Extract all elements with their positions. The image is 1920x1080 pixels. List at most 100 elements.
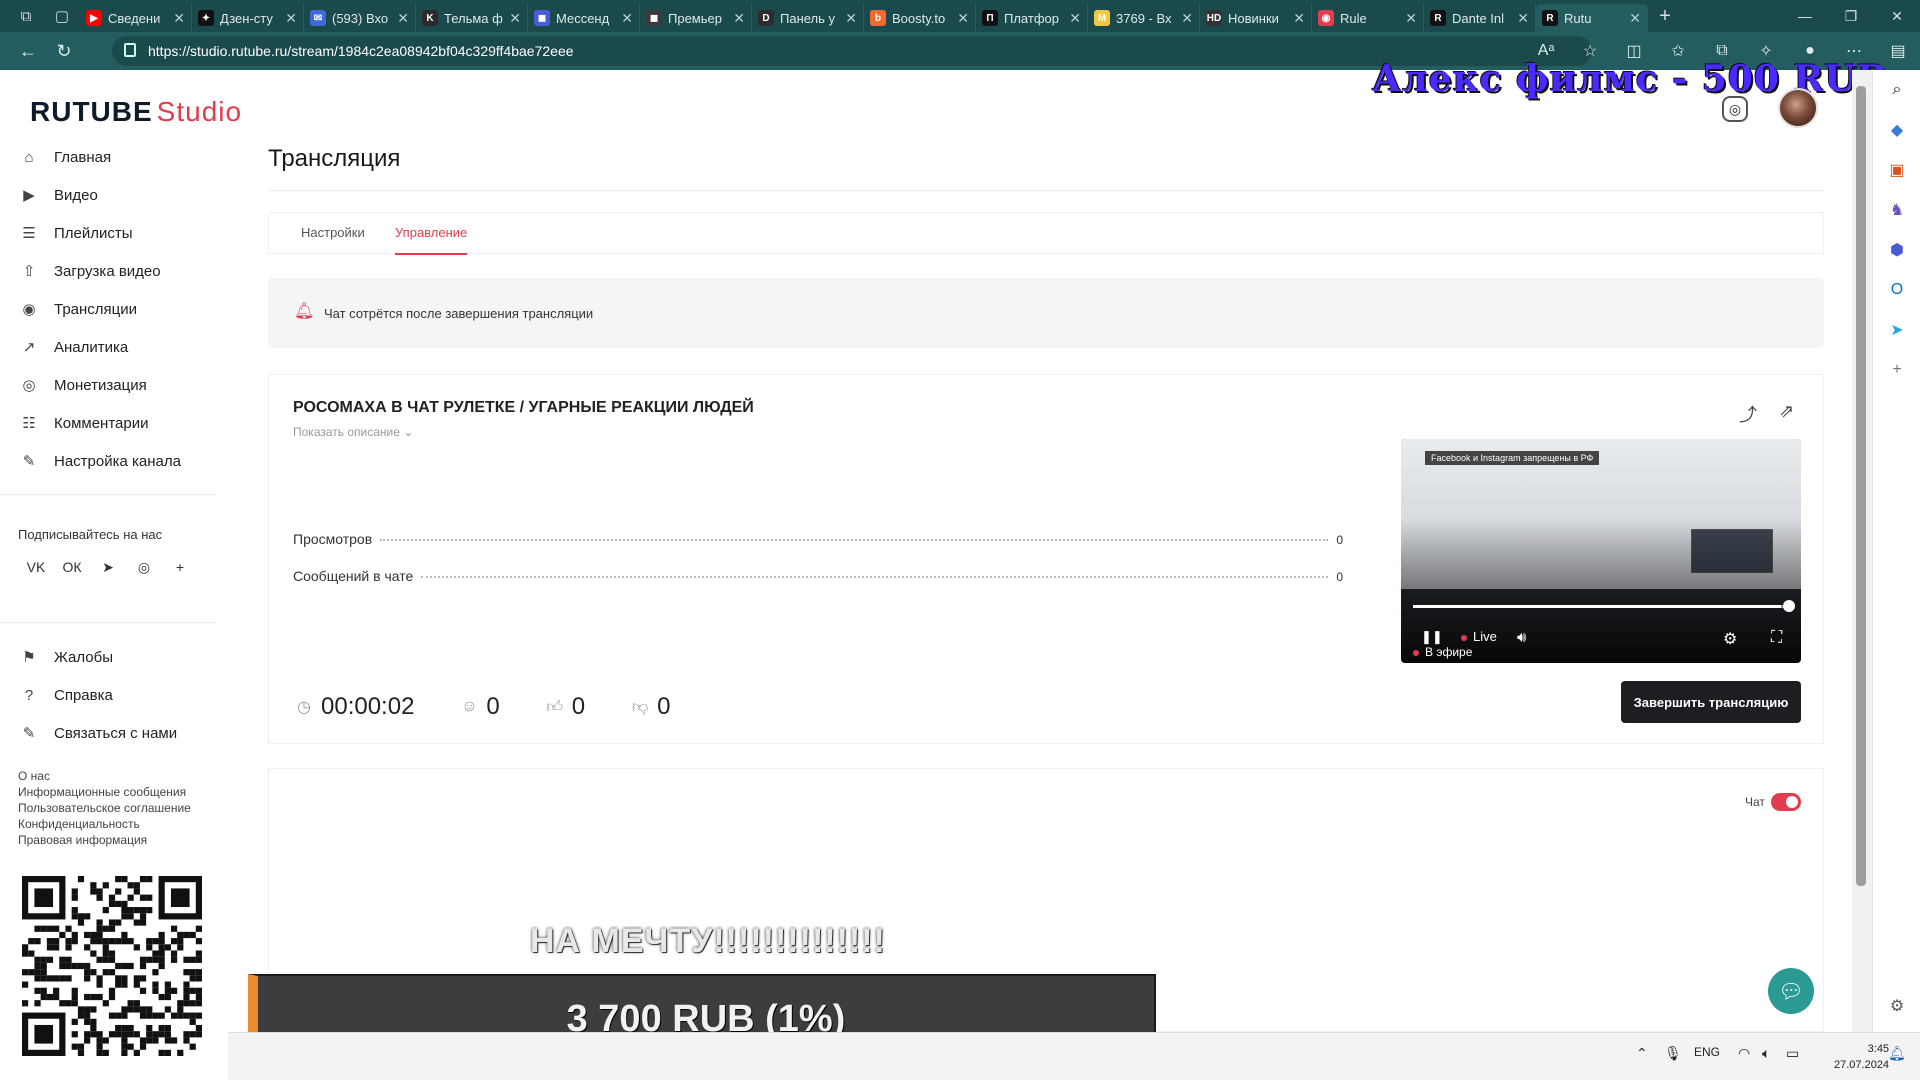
rutube-studio-logo[interactable]: RUTUBE Studio (30, 96, 242, 128)
url-field[interactable]: https://studio.rutube.ru/stream/1984c2ea… (112, 36, 1592, 66)
footer-link[interactable]: О нас (18, 768, 191, 784)
outlook-icon[interactable]: O (1873, 270, 1920, 310)
tab-actions-icon[interactable]: ▢ (44, 0, 80, 32)
close-window-icon[interactable]: ✕ (1874, 0, 1920, 32)
viber-icon[interactable]: ◎ (126, 556, 162, 578)
new-tab-button[interactable]: + (1648, 5, 1682, 28)
browser-tab[interactable]: HD Новинки ✕ (1200, 4, 1312, 32)
pause-icon[interactable]: ❚❚ (1421, 629, 1443, 645)
tab-close-icon[interactable]: ✕ (957, 10, 969, 27)
microphone-icon[interactable]: 🎙︎ (1664, 1045, 1682, 1062)
sidebar-item-playlist[interactable]: ☰ Плейлисты (18, 214, 218, 252)
tab-close-icon[interactable]: ✕ (1517, 10, 1529, 27)
stream-preview-player[interactable]: Facebook и Instagram запрещены в РФ ❚❚ L… (1401, 439, 1801, 663)
open-external-icon[interactable]: ⇗ (1779, 401, 1794, 422)
sidebar-item-video[interactable]: ▶ Видео (18, 176, 218, 214)
browser-tab[interactable]: b Boosty.to ✕ (864, 4, 976, 32)
user-avatar[interactable] (1778, 88, 1818, 128)
sidebar-item-broadcast[interactable]: ◉ Трансляции (18, 290, 218, 328)
tab-close-icon[interactable]: ✕ (509, 10, 521, 27)
telegram-icon[interactable]: ➤ (1873, 310, 1920, 350)
scrollbar-thumb[interactable] (1856, 86, 1866, 886)
browser-tab[interactable]: ◼ Премьер ✕ (640, 4, 752, 32)
sidebar-item-wand[interactable]: ✎ Настройка канала (18, 442, 218, 480)
support-chat-button[interactable]: 💬︎ (1768, 968, 1814, 1014)
chess-icon[interactable]: ♞ (1873, 190, 1920, 230)
fullscreen-icon[interactable]: ⛶ (1771, 629, 1782, 647)
footer-link[interactable]: Конфиденциальность (18, 816, 191, 832)
tab-close-icon[interactable]: ✕ (733, 10, 745, 27)
tab-close-icon[interactable]: ✕ (621, 10, 633, 27)
back-icon[interactable]: ← (10, 32, 46, 70)
browser-tab[interactable]: D Панель у ✕ (752, 4, 864, 32)
browser-tab[interactable]: ✉ (593) Вхо ✕ (304, 4, 416, 32)
sidebar-item-help[interactable]: ? Справка (18, 676, 218, 714)
tab-close-icon[interactable]: ✕ (1405, 10, 1417, 27)
browser-tab[interactable]: ✦ Дзен-сту ✕ (192, 4, 304, 32)
tab-close-icon[interactable]: ✕ (173, 10, 185, 27)
show-description-link[interactable]: Показать описание ⌄ (293, 425, 413, 439)
battery-icon[interactable]: ▭ (1786, 1045, 1799, 1062)
page-scrollbar[interactable] (1852, 70, 1872, 1032)
restore-icon[interactable]: ❐ (1828, 0, 1874, 32)
tray-expand-icon[interactable]: ⌃ (1636, 1045, 1648, 1062)
tag-icon[interactable]: ◆ (1873, 110, 1920, 150)
tab-close-icon[interactable]: ✕ (1181, 10, 1193, 27)
ok-icon[interactable]: ОК (54, 556, 90, 578)
footer-link[interactable]: Правовая информация (18, 832, 191, 848)
minimize-icon[interactable]: — (1782, 0, 1828, 32)
sidebar-item-flag[interactable]: ⚑ Жалобы (18, 638, 218, 676)
sidebar-item-contact[interactable]: ✎ Связаться с нами (18, 714, 218, 752)
chat-toggle[interactable] (1771, 793, 1801, 811)
browser-tab[interactable]: ◼ Мессенд ✕ (528, 4, 640, 32)
player-settings-icon[interactable]: ⚙ (1723, 629, 1737, 649)
wifi-icon[interactable]: ◠ (1738, 1045, 1750, 1062)
sidebar-item-monetization[interactable]: ◎ Монетизация (18, 366, 218, 404)
browser-tab[interactable]: K Тельма ф ✕ (416, 4, 528, 32)
volume-icon[interactable]: 🔊︎ (1517, 629, 1526, 646)
tab-close-icon[interactable]: ✕ (1069, 10, 1081, 27)
tab-close-icon[interactable]: ✕ (1629, 10, 1641, 27)
notification-bell-icon[interactable]: 🔔︎ (1888, 1045, 1906, 1062)
live-indicator[interactable]: Live (1461, 629, 1497, 644)
browser-tab[interactable]: R Dante Inl ✕ (1424, 4, 1536, 32)
tab-close-icon[interactable]: ✕ (1293, 10, 1305, 27)
browser-tab[interactable]: ◉ Rule ✕ (1312, 4, 1424, 32)
add-icon[interactable]: + (1873, 350, 1920, 390)
workspaces-icon[interactable]: ⧉ (8, 0, 44, 32)
sidebar-item-comments[interactable]: ☷ Комментарии (18, 404, 218, 442)
monetization-icon: ◎ (22, 377, 36, 394)
sidebar-item-upload[interactable]: ⇧ Загрузка видео (18, 252, 218, 290)
share-icon[interactable]: ⤴ (1739, 401, 1757, 427)
reload-icon[interactable]: ↻ (46, 32, 82, 70)
sidebar-item-analytics[interactable]: ↗ Аналитика (18, 328, 218, 366)
browser-tab[interactable]: П Платфор ✕ (976, 4, 1088, 32)
browser-tab[interactable]: M 3769 - Вх ✕ (1088, 4, 1200, 32)
system-clock[interactable]: 3:45 27.07.2024 (1834, 1041, 1889, 1073)
tab-close-icon[interactable]: ✕ (845, 10, 857, 27)
briefcase-icon[interactable]: ▣ (1873, 150, 1920, 190)
more-socials-icon[interactable]: + (162, 556, 198, 578)
vk-icon[interactable]: VK (18, 556, 54, 578)
tab-control[interactable]: Управление (395, 225, 468, 255)
telegram-icon[interactable]: ➤ (90, 556, 126, 578)
language-indicator[interactable]: ENG (1694, 1045, 1720, 1059)
sidebar-item-label: Главная (54, 148, 112, 166)
player-progress-handle[interactable] (1783, 600, 1795, 612)
edge-settings-icon[interactable]: ⚙ (1873, 986, 1920, 1026)
footer-link[interactable]: Пользовательское соглашение (18, 800, 191, 816)
notifications-icon[interactable]: ◎ (1722, 96, 1748, 122)
help-icon: ? (24, 686, 34, 704)
copilot-icon[interactable]: ⬢ (1873, 230, 1920, 270)
player-progress-bar[interactable] (1413, 605, 1789, 608)
tab-close-icon[interactable]: ✕ (397, 10, 409, 27)
speaker-icon[interactable]: 🔈︎ (1762, 1045, 1770, 1062)
sidebar-item-home[interactable]: ⌂ Главная (18, 138, 218, 176)
browser-tab[interactable]: R Rutu ✕ (1536, 4, 1648, 32)
end-stream-button[interactable]: Завершить трансляцию (1621, 681, 1801, 723)
footer-link[interactable]: Информационные сообщения (18, 784, 191, 800)
tab-settings[interactable]: Настройки (301, 225, 365, 240)
browser-tab[interactable]: ▶ Сведени ✕ (80, 4, 192, 32)
search-icon[interactable]: ⌕ (1873, 70, 1920, 110)
tab-close-icon[interactable]: ✕ (285, 10, 297, 27)
